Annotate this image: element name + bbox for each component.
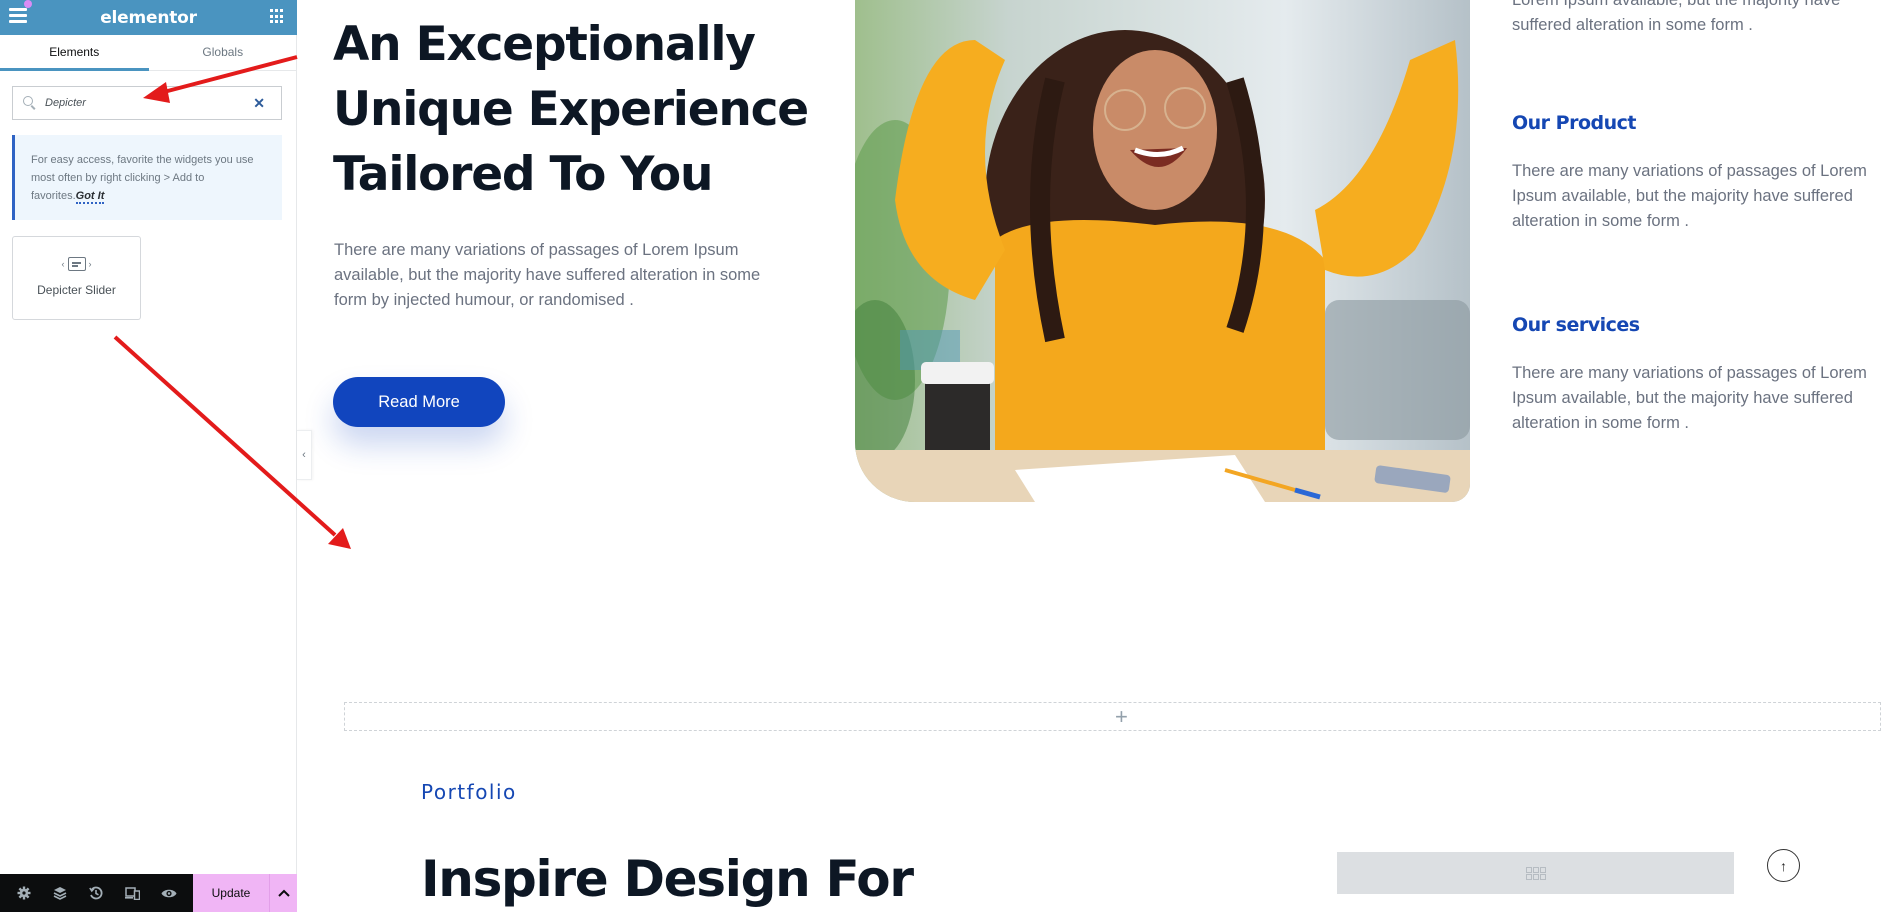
- widget-depicter-slider[interactable]: ‹ › Depicter Slider: [12, 236, 141, 320]
- history-icon[interactable]: [85, 882, 107, 904]
- preview-eye-icon[interactable]: [158, 882, 180, 904]
- hero-image: [855, 0, 1470, 502]
- info-heading-our-services: Our services: [1512, 314, 1640, 336]
- add-section-dropzone[interactable]: +: [344, 702, 1881, 731]
- settings-icon[interactable]: [13, 882, 35, 904]
- hamburger-menu-icon[interactable]: [9, 8, 27, 26]
- elementor-panel: elementor Elements Globals ✕ For easy ac…: [0, 0, 297, 912]
- panel-tabs: Elements Globals: [0, 35, 297, 71]
- info-heading-our-product: Our Product: [1512, 112, 1636, 134]
- scroll-to-top-arrow-up-icon[interactable]: ↑: [1767, 849, 1800, 882]
- got-it-link[interactable]: Got It: [75, 190, 105, 204]
- info-text-our-services: There are many variations of passages of…: [1512, 364, 1867, 432]
- notice-text: For easy access, favorite the widgets yo…: [31, 154, 254, 202]
- add-section-plus-icon[interactable]: +: [1115, 706, 1128, 728]
- update-button[interactable]: Update: [193, 874, 270, 912]
- page-canvas: An Exceptionally Unique Experience Tailo…: [298, 0, 1896, 912]
- slider-icon: ‹ ›: [61, 257, 92, 271]
- favorites-notice: For easy access, favorite the widgets yo…: [12, 135, 282, 220]
- panel-footer: Update: [0, 874, 297, 912]
- search-icon: [23, 96, 37, 110]
- clear-search-icon[interactable]: ✕: [253, 95, 265, 112]
- responsive-mode-icon[interactable]: [122, 882, 144, 904]
- notification-dot: [24, 0, 32, 8]
- widget-search-box: ✕: [12, 86, 282, 120]
- tab-elements[interactable]: Elements: [0, 35, 149, 71]
- portfolio-label: Portfolio: [421, 780, 517, 804]
- image-placeholder: [1337, 852, 1734, 894]
- hero-title: An Exceptionally Unique Experience Tailo…: [333, 17, 809, 202]
- hero-paragraph: There are many variations of passages of…: [334, 241, 761, 309]
- tab-globals[interactable]: Globals: [149, 35, 298, 70]
- collapse-panel-chevron-left-icon[interactable]: ‹: [297, 430, 312, 480]
- panel-header: elementor: [0, 0, 297, 35]
- save-options-chevron-up-icon[interactable]: [270, 874, 297, 912]
- widgets-grid-icon[interactable]: [270, 9, 285, 24]
- widget-label: Depicter Slider: [37, 283, 116, 297]
- info-top-fragment: Lorem Ipsum available, but the majority …: [1512, 0, 1841, 34]
- portfolio-title: Inspire Design For: [421, 850, 914, 908]
- gallery-placeholder-icon: [1525, 866, 1546, 880]
- footer-tools: [0, 874, 193, 912]
- widget-search-input[interactable]: [45, 97, 245, 109]
- navigator-layers-icon[interactable]: [49, 882, 71, 904]
- elementor-logo: elementor: [100, 7, 197, 28]
- read-more-button[interactable]: Read More: [333, 377, 505, 427]
- info-text-our-product: There are many variations of passages of…: [1512, 162, 1867, 230]
